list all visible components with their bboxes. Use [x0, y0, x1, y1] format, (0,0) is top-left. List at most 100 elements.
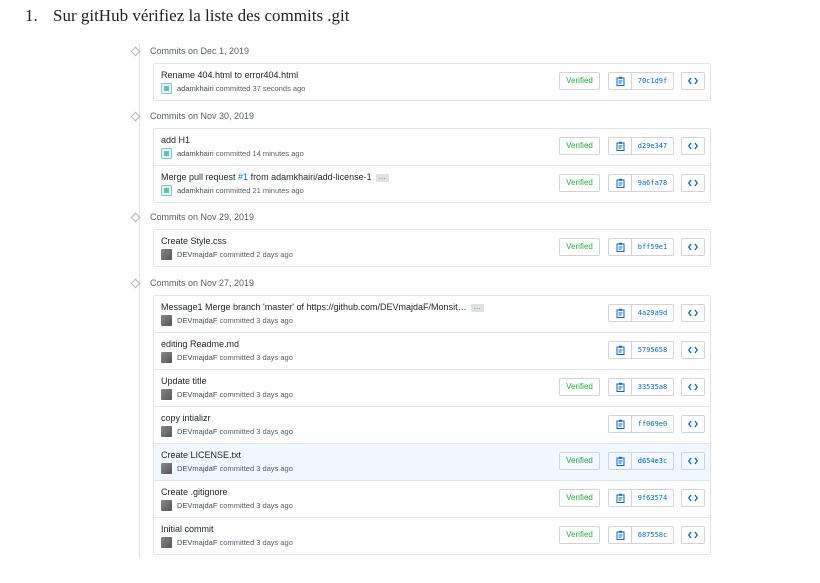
verified-badge[interactable]: Verified	[559, 174, 600, 192]
commit-sha-link[interactable]: 9a6fa78	[632, 175, 673, 191]
copy-sha-button[interactable]	[609, 73, 632, 89]
browse-repository-button[interactable]	[681, 238, 705, 256]
commit-author-link[interactable]: DEVmajdaF	[177, 501, 217, 510]
copy-sha-button[interactable]	[609, 305, 632, 321]
commit-message-link[interactable]: editing Readme.md	[161, 339, 239, 349]
clipboard-icon	[616, 456, 624, 466]
commit-meta: DEVmajdaF committed 3 days ago	[161, 500, 293, 511]
copy-sha-button[interactable]	[609, 490, 632, 506]
commit-meta: DEVmajdaF committed 3 days ago	[161, 352, 293, 363]
copy-sha-button[interactable]	[609, 342, 632, 358]
copy-sha-button[interactable]	[609, 175, 632, 191]
commit-author-link[interactable]: DEVmajdaF	[177, 250, 217, 259]
verified-badge[interactable]: Verified	[559, 452, 600, 470]
verified-badge[interactable]: Verified	[559, 72, 600, 90]
commit-message-link[interactable]: add H1	[161, 135, 190, 145]
expand-message-button[interactable]: …	[375, 173, 389, 182]
code-brackets-icon	[688, 309, 698, 317]
timeline-node-icon	[130, 278, 141, 288]
browse-repository-button[interactable]	[681, 174, 705, 192]
browse-repository-button[interactable]	[681, 137, 705, 155]
commit-sha-link[interactable]: 33535a8	[632, 379, 673, 395]
commit-sha-link[interactable]: 70c1d9f	[632, 73, 673, 89]
avatar[interactable]	[161, 148, 172, 159]
avatar[interactable]	[161, 500, 172, 511]
commit-meta: adamkhairi committed 21 minutes ago	[161, 185, 304, 196]
copy-sha-button[interactable]	[609, 379, 632, 395]
avatar[interactable]	[161, 389, 172, 400]
commit-group-title: Commits on Nov 29, 2019	[150, 212, 255, 222]
commit-row: Update title DEVmajdaF committed 3 days …	[154, 369, 710, 406]
commit-message-link[interactable]: Rename 404.html to error404.html	[161, 70, 298, 80]
commit-message-link[interactable]: Create .gitignore	[161, 487, 228, 497]
commit-time: committed 21 minutes ago	[215, 186, 304, 195]
commit-author-link[interactable]: DEVmajdaF	[177, 538, 217, 547]
commit-message-link[interactable]: Message1 Merge branch 'master' of https:…	[161, 302, 467, 312]
sha-button-group: ff069e0	[608, 415, 674, 433]
avatar[interactable]	[161, 249, 172, 260]
avatar[interactable]	[161, 185, 172, 196]
avatar[interactable]	[161, 463, 172, 474]
copy-sha-button[interactable]	[609, 453, 632, 469]
copy-sha-button[interactable]	[609, 527, 632, 543]
commit-message-link[interactable]: copy intializr	[161, 413, 211, 423]
commit-author-link[interactable]: DEVmajdaF	[177, 390, 217, 399]
commit-message-link[interactable]: Merge pull request	[161, 172, 238, 182]
commit-message-link[interactable]: Update title	[161, 376, 207, 386]
commit-author-link[interactable]: DEVmajdaF	[177, 353, 217, 362]
browse-repository-button[interactable]	[681, 452, 705, 470]
verified-badge[interactable]: Verified	[559, 238, 600, 256]
browse-repository-button[interactable]	[681, 378, 705, 396]
commit-row: add H1 adamkhairi committed 14 minutes a…	[154, 129, 710, 165]
avatar[interactable]	[161, 426, 172, 437]
browse-repository-button[interactable]	[681, 526, 705, 544]
commit-time: committed 2 days ago	[219, 250, 293, 259]
commit-group-header: Commits on Dec 1, 2019	[130, 44, 249, 58]
copy-sha-button[interactable]	[609, 416, 632, 432]
avatar[interactable]	[161, 537, 172, 548]
verified-badge[interactable]: Verified	[559, 378, 600, 396]
commit-sha-link[interactable]: 4a29a9d	[632, 305, 673, 321]
commit-author-link[interactable]: DEVmajdaF	[177, 464, 217, 473]
commit-author-link[interactable]: DEVmajdaF	[177, 316, 217, 325]
avatar[interactable]	[161, 352, 172, 363]
avatar[interactable]	[161, 315, 172, 326]
browse-repository-button[interactable]	[681, 72, 705, 90]
browse-repository-button[interactable]	[681, 341, 705, 359]
expand-message-button[interactable]: …	[470, 303, 484, 312]
commit-row: Rename 404.html to error404.html adamkha…	[154, 64, 710, 100]
commit-author-link[interactable]: adamkhairi	[177, 186, 214, 195]
verified-badge[interactable]: Verified	[559, 137, 600, 155]
pull-request-link[interactable]: #1	[238, 172, 248, 182]
verified-badge[interactable]: Verified	[559, 489, 600, 507]
commit-author-link[interactable]: DEVmajdaF	[177, 427, 217, 436]
browse-repository-button[interactable]	[681, 304, 705, 322]
commit-message: Merge pull request #1 from adamkhairi/ad…	[161, 172, 389, 182]
browse-repository-button[interactable]	[681, 489, 705, 507]
copy-sha-button[interactable]	[609, 138, 632, 154]
commit-sha-link[interactable]: d29e347	[632, 138, 673, 154]
commit-message-link[interactable]: Create LICENSE.txt	[161, 450, 241, 460]
commit-author-link[interactable]: adamkhairi	[177, 84, 214, 93]
verified-badge[interactable]: Verified	[559, 526, 600, 544]
commit-sha-link[interactable]: bff59e1	[632, 239, 673, 255]
avatar[interactable]	[161, 83, 172, 94]
commit-sha-link[interactable]: d654e3c	[632, 453, 673, 469]
sha-button-group: 70c1d9f	[608, 72, 674, 90]
commit-sha-link[interactable]: 9f63574	[632, 490, 673, 506]
commit-time: committed 14 minutes ago	[215, 149, 304, 158]
commit-meta: adamkhairi committed 37 seconds ago	[161, 83, 305, 94]
code-brackets-icon	[688, 457, 698, 465]
commit-row: Create .gitignore DEVmajdaF committed 3 …	[154, 480, 710, 517]
commit-message-link[interactable]: Create Style.css	[161, 236, 227, 246]
commit-author-link[interactable]: adamkhairi	[177, 149, 214, 158]
commit-sha-link[interactable]: 5795658	[632, 342, 673, 358]
copy-sha-button[interactable]	[609, 239, 632, 255]
clipboard-icon	[616, 530, 624, 540]
commit-group-list: Message1 Merge branch 'master' of https:…	[153, 295, 711, 555]
commit-sha-link[interactable]: 687558c	[632, 527, 673, 543]
browse-repository-button[interactable]	[681, 415, 705, 433]
commit-message-link[interactable]: from adamkhairi/add-license-1	[248, 172, 372, 182]
commit-sha-link[interactable]: ff069e0	[632, 416, 673, 432]
commit-message-link[interactable]: Initial commit	[161, 524, 214, 534]
